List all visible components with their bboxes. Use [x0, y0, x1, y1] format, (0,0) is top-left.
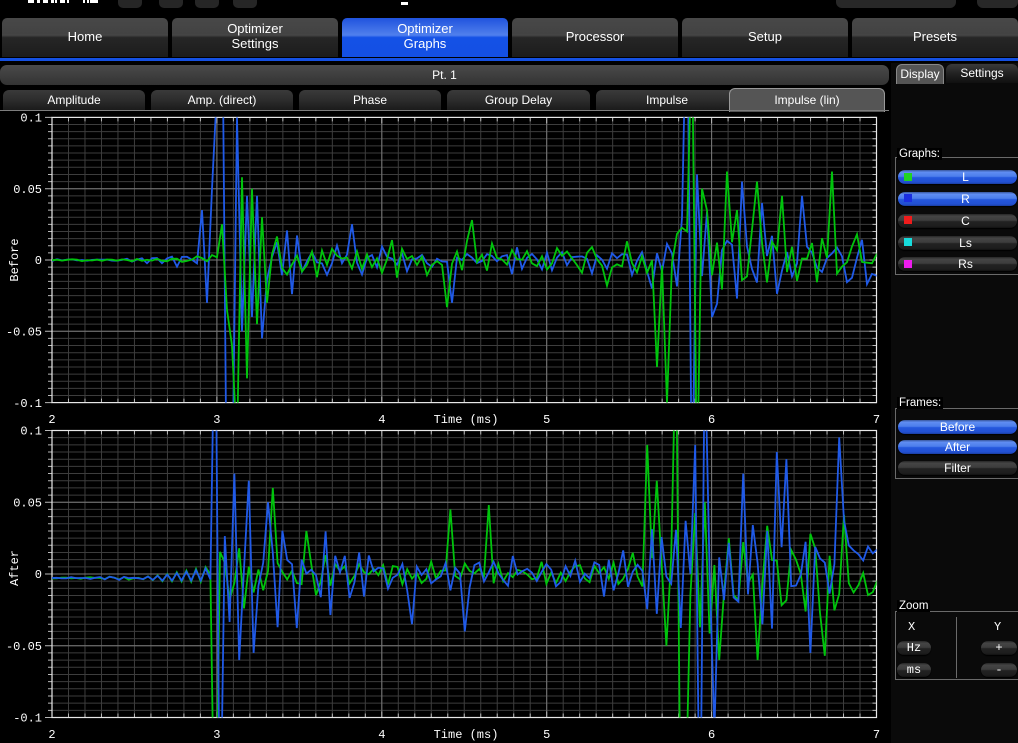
svg-text:7: 7 — [873, 728, 880, 742]
svg-text:3: 3 — [213, 413, 220, 427]
svg-text:0: 0 — [35, 254, 42, 268]
svg-text:2: 2 — [48, 413, 55, 427]
svg-text:0.05: 0.05 — [13, 183, 42, 197]
svg-text:-0.05: -0.05 — [6, 640, 42, 654]
svg-text:7: 7 — [873, 413, 880, 427]
svg-text:-0.1: -0.1 — [13, 712, 42, 726]
svg-text:6: 6 — [708, 728, 715, 742]
svg-text:0: 0 — [35, 568, 42, 582]
svg-text:5: 5 — [543, 413, 550, 427]
svg-text:-0.05: -0.05 — [6, 326, 42, 340]
svg-text:-0.1: -0.1 — [13, 397, 42, 411]
svg-text:4: 4 — [378, 728, 385, 742]
svg-text:Before: Before — [8, 238, 22, 281]
svg-text:3: 3 — [213, 728, 220, 742]
svg-text:0.1: 0.1 — [20, 425, 42, 439]
svg-text:5: 5 — [543, 728, 550, 742]
svg-text:After: After — [8, 550, 22, 586]
svg-text:Time (ms): Time (ms) — [434, 728, 499, 742]
svg-text:Time (ms): Time (ms) — [434, 413, 499, 427]
svg-text:6: 6 — [708, 413, 715, 427]
svg-text:2: 2 — [48, 728, 55, 742]
svg-text:4: 4 — [378, 413, 385, 427]
svg-text:0.1: 0.1 — [20, 112, 42, 126]
svg-text:0.05: 0.05 — [13, 496, 42, 510]
